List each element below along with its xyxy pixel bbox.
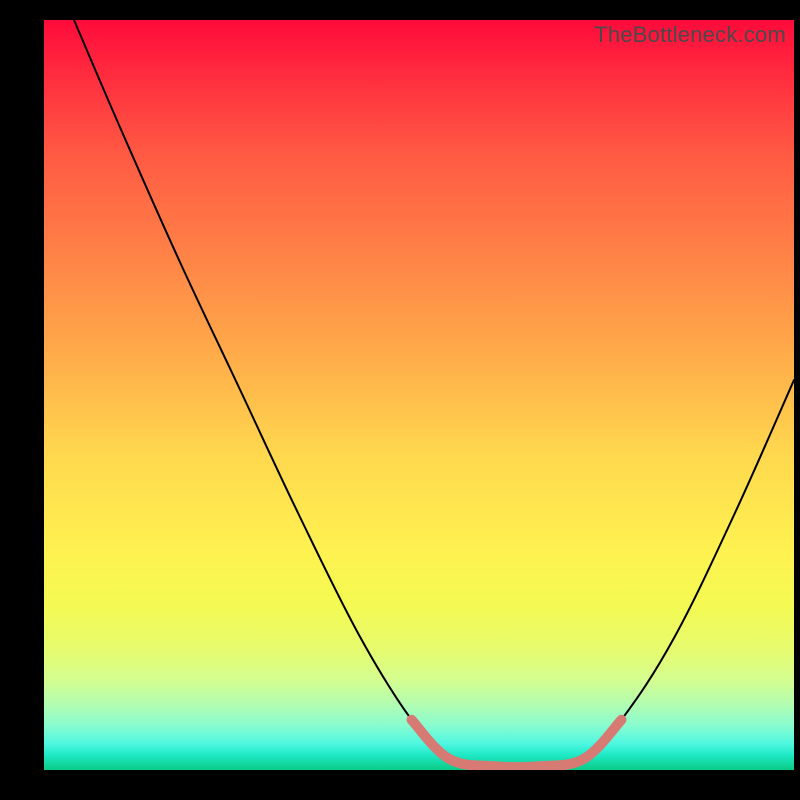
v-curve-path [74, 20, 794, 767]
chart-container: TheBottleneck.com [0, 0, 800, 800]
chart-plot-area: TheBottleneck.com [44, 20, 794, 770]
chart-svg [44, 20, 794, 770]
threshold-band-path [412, 720, 622, 768]
